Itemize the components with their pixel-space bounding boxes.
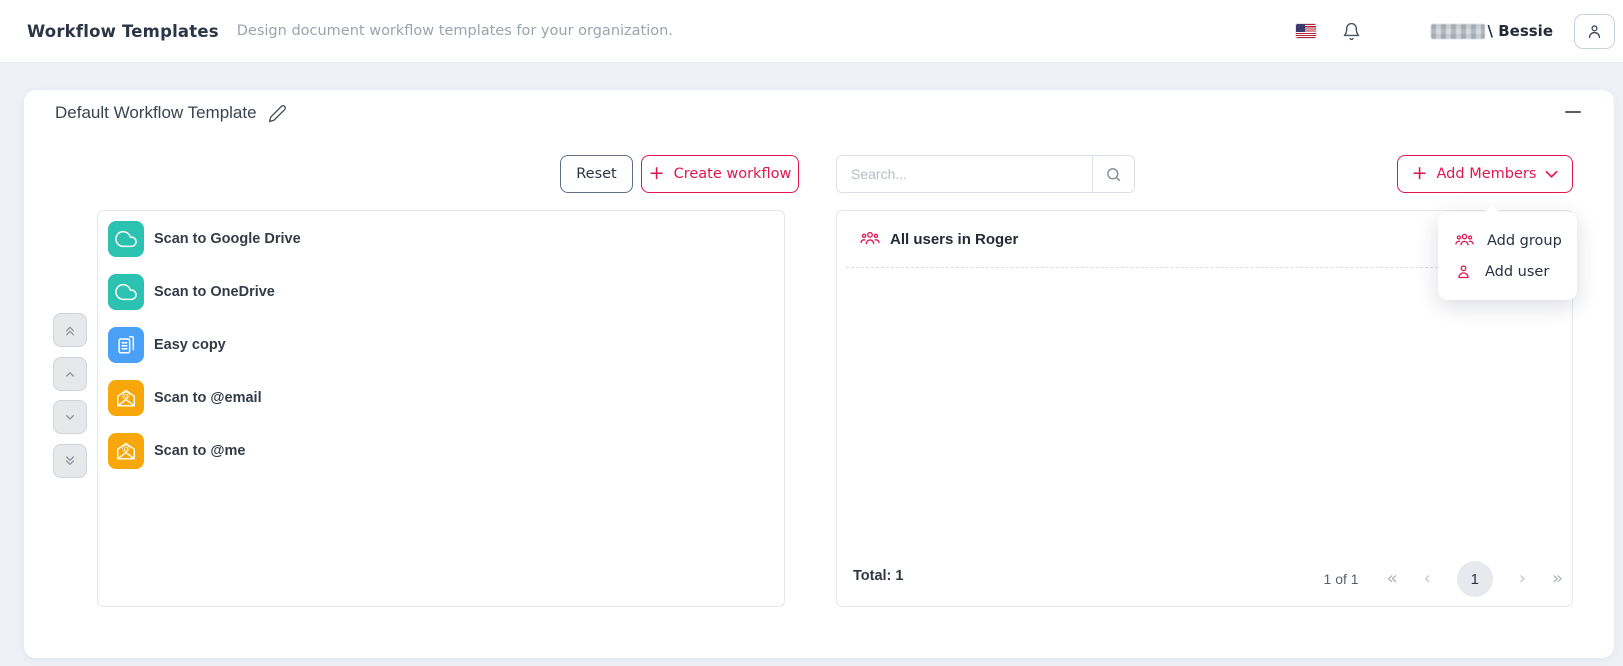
cloud-icon <box>108 221 144 257</box>
menu-item-add-user[interactable]: Add user <box>1438 256 1577 287</box>
workflow-row[interactable]: @ Scan to @email <box>98 371 784 424</box>
workflow-list-panel: Scan to Google Drive Scan to OneDrive Ea… <box>97 210 785 607</box>
collapse-card-button[interactable] <box>1562 104 1584 120</box>
move-down-button[interactable] <box>53 400 87 434</box>
member-search <box>836 155 1135 193</box>
card-title: Default Workflow Template <box>55 103 257 123</box>
last-page-button[interactable]: » <box>1552 570 1563 588</box>
prev-page-button[interactable]: ‹ <box>1424 570 1431 588</box>
chevron-down-icon <box>1545 170 1558 179</box>
user-name-text: \ Bessie <box>1488 22 1553 40</box>
workflow-label: Easy copy <box>154 337 226 353</box>
account-button[interactable] <box>1574 14 1615 49</box>
mail-icon: @ <box>108 380 144 416</box>
workflow-label: Scan to @me <box>154 443 246 459</box>
top-header: Workflow Templates Design document workf… <box>0 0 1623 63</box>
svg-text:@: @ <box>122 442 130 452</box>
pagination: 1 of 1 « ‹ 1 › » <box>1324 561 1563 597</box>
user-name: \ Bessie <box>1431 22 1553 40</box>
workflow-row[interactable]: Easy copy <box>98 318 784 371</box>
flag-canton <box>1296 24 1305 32</box>
member-group-label: All users in Roger <box>890 231 1018 248</box>
add-members-menu: Add group Add user <box>1438 212 1577 300</box>
menu-item-label: Add user <box>1485 264 1549 280</box>
double-chevron-up-icon <box>62 322 78 338</box>
menu-item-label: Add group <box>1487 233 1562 249</box>
page-range-label: 1 of 1 <box>1324 571 1359 587</box>
topbar-actions: \ Bessie <box>1296 14 1615 49</box>
workflow-row[interactable]: Scan to Google Drive <box>98 212 784 265</box>
notifications-bell-icon[interactable] <box>1342 22 1361 41</box>
workflow-label: Scan to OneDrive <box>154 284 275 300</box>
plus-icon: + <box>649 164 665 183</box>
mail-icon: @ <box>108 433 144 469</box>
workflow-row[interactable]: Scan to OneDrive <box>98 265 784 318</box>
add-members-label: Add Members <box>1437 166 1537 182</box>
page-title: Workflow Templates <box>27 22 219 41</box>
minus-icon <box>1565 111 1581 114</box>
menu-item-add-group[interactable]: Add group <box>1438 225 1577 256</box>
menu-notch <box>1484 205 1501 222</box>
workflow-template-card: Default Workflow Template Reset + Create… <box>24 90 1614 658</box>
chevron-down-icon <box>62 409 78 425</box>
next-page-button[interactable]: › <box>1519 570 1526 588</box>
create-workflow-label: Create workflow <box>674 166 792 182</box>
reset-button[interactable]: Reset <box>560 155 633 193</box>
total-count: Total: 1 <box>853 568 903 584</box>
redacted-domain <box>1431 24 1485 39</box>
first-page-button[interactable]: « <box>1387 570 1398 588</box>
search-button[interactable] <box>1092 156 1134 192</box>
card-header: Default Workflow Template <box>55 98 287 128</box>
plus-icon: + <box>1412 164 1428 183</box>
copy-icon <box>108 327 144 363</box>
edit-pencil-icon[interactable] <box>268 104 287 123</box>
create-workflow-button[interactable]: + Create workflow <box>641 155 799 193</box>
group-icon <box>1455 231 1474 250</box>
add-members-button[interactable]: + Add Members <box>1397 155 1573 193</box>
language-flag-icon[interactable] <box>1296 24 1316 38</box>
cloud-icon <box>108 274 144 310</box>
move-top-button[interactable] <box>53 313 87 347</box>
page-subtitle: Design document workflow templates for y… <box>237 23 673 39</box>
group-icon <box>860 229 880 249</box>
workflow-label: Scan to Google Drive <box>154 231 301 247</box>
workflow-row[interactable]: @ Scan to @me <box>98 424 784 477</box>
move-bottom-button[interactable] <box>53 444 87 478</box>
double-chevron-down-icon <box>62 453 78 469</box>
move-up-button[interactable] <box>53 357 87 391</box>
search-input[interactable] <box>837 156 1092 192</box>
svg-text:@: @ <box>122 389 130 399</box>
workflow-label: Scan to @email <box>154 390 262 406</box>
current-page-button[interactable]: 1 <box>1457 561 1493 597</box>
chevron-up-icon <box>62 366 78 382</box>
user-icon <box>1455 263 1472 280</box>
